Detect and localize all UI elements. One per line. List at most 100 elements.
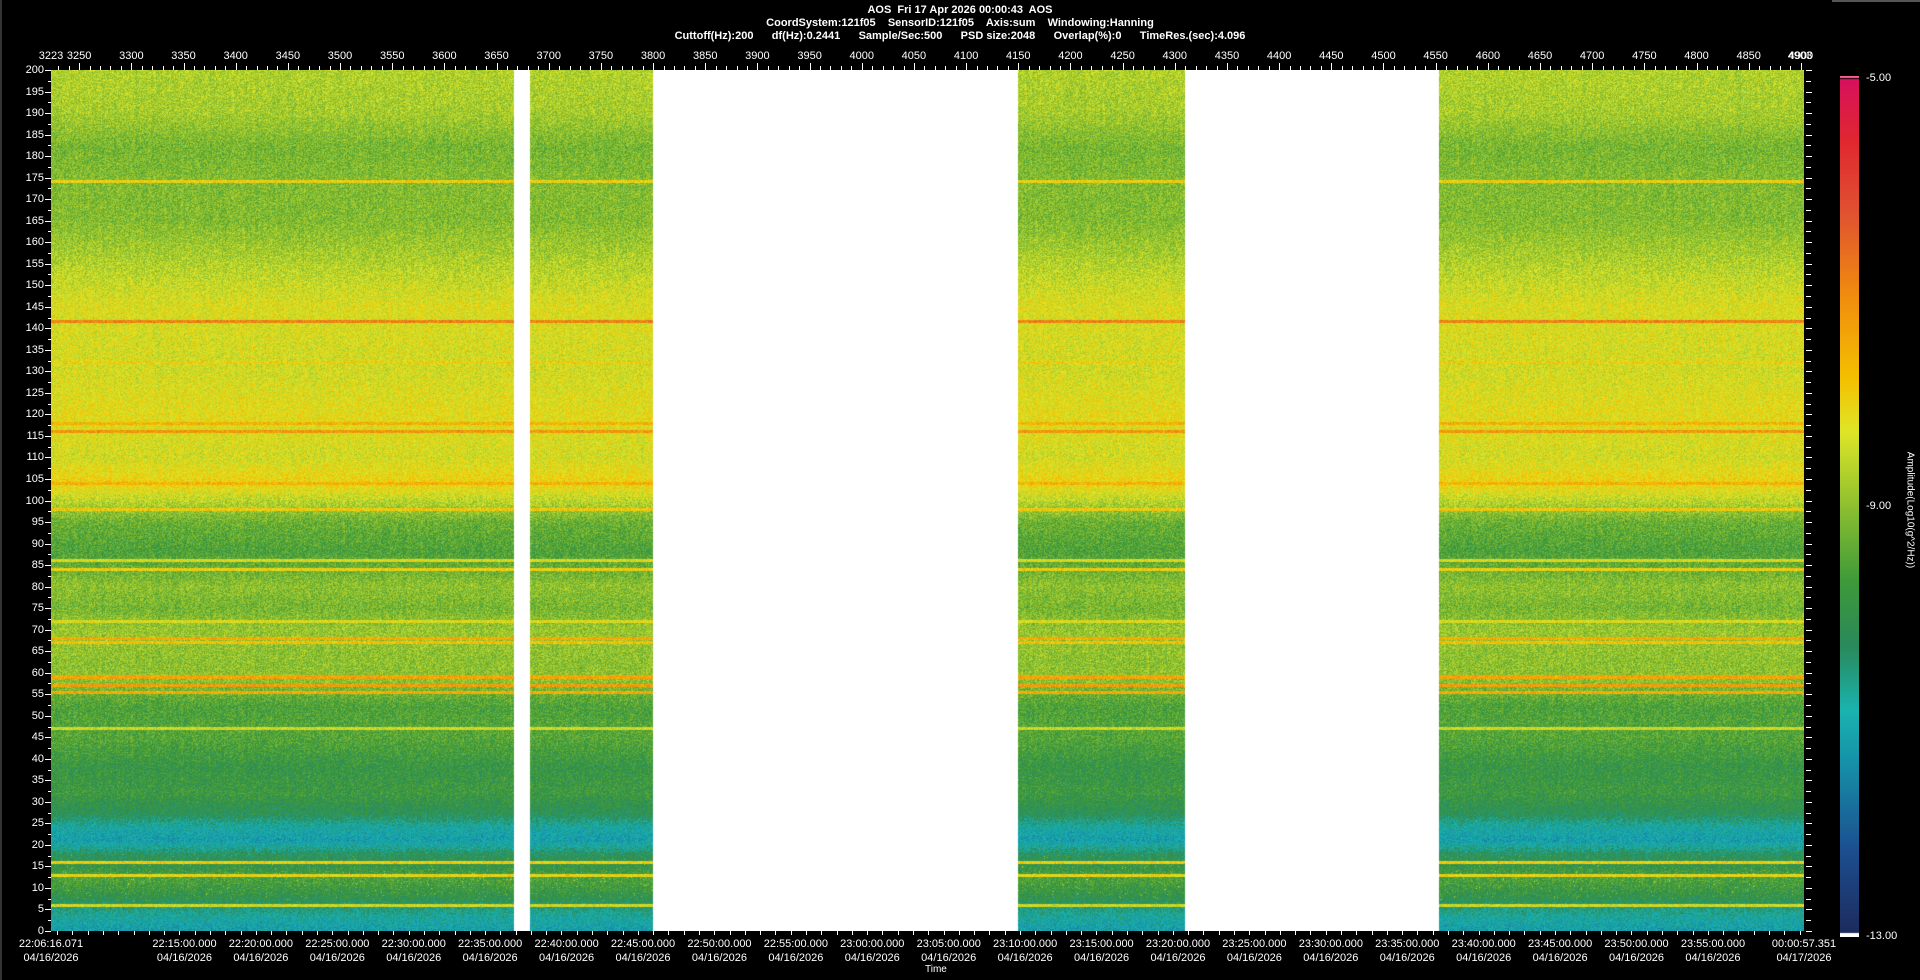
top-axis-tick: [1477, 66, 1479, 70]
top-axis-tick: [110, 66, 112, 70]
top-axis-tick: [141, 66, 143, 70]
y-axis-tick-right: [1806, 371, 1812, 373]
top-axis-label: 3250: [66, 50, 92, 62]
time-axis-tick: [1004, 931, 1006, 935]
top-axis-tick: [893, 66, 895, 70]
top-axis-tick: [371, 66, 373, 70]
y-axis-tick: [45, 522, 51, 524]
time-axis-tick: [913, 931, 915, 935]
time-axis-tick: [1707, 931, 1709, 935]
y-axis-tick: [45, 242, 51, 244]
date-label: 04/16/2026: [1226, 952, 1282, 964]
top-axis-tick: [1174, 63, 1176, 70]
spectrogram-plot[interactable]: [51, 70, 1804, 931]
y-axis-tick-right: [1806, 661, 1811, 663]
time-axis-tick: [592, 931, 594, 935]
y-axis-tick: [48, 489, 51, 491]
y-axis-tick: [48, 748, 51, 750]
time-label: 22:25:00.000: [305, 938, 370, 950]
top-axis-label: 4000: [849, 50, 874, 62]
y-axis-tick-right: [1806, 360, 1811, 362]
time-axis-tick: [882, 931, 884, 935]
y-axis-tick: [45, 414, 51, 416]
y-axis-tick-right: [1806, 457, 1812, 459]
top-axis-tick: [1675, 66, 1677, 70]
top-axis-tick: [1383, 63, 1385, 70]
y-axis-label: 15: [31, 860, 44, 873]
top-axis-tick: [1310, 66, 1312, 70]
y-axis-tick-right: [1806, 629, 1812, 631]
top-axis-tick: [1258, 66, 1260, 70]
y-axis-tick: [48, 209, 51, 211]
colorbar-title: Amplitude(Log10(g^2/Hz)): [1904, 451, 1916, 569]
time-axis-tick: [1524, 931, 1526, 935]
y-axis-label: 90: [31, 537, 44, 550]
top-axis-tick: [1759, 66, 1761, 70]
y-axis-tick: [48, 791, 51, 793]
time-axis-tick: [1600, 931, 1602, 935]
y-axis-label: 160: [25, 236, 44, 249]
top-axis-tick: [1018, 63, 1020, 70]
date-label: 04/16/2026: [462, 952, 518, 964]
top-axis-tick: [1508, 66, 1510, 70]
time-label: 23:00:00.000: [840, 938, 905, 950]
y-axis-tick-right: [1806, 113, 1812, 115]
y-axis-tick-right: [1806, 328, 1812, 330]
y-axis-label: 100: [25, 494, 44, 507]
time-axis-tick: [164, 931, 166, 935]
y-axis-tick: [45, 608, 51, 610]
y-axis-tick: [48, 80, 51, 82]
y-axis-tick-right: [1806, 468, 1811, 470]
top-axis-tick: [986, 66, 988, 70]
y-axis-tick-right: [1806, 274, 1811, 276]
time-axis-label: 23:25:00.000 04/16/2026: [1222, 937, 1286, 965]
top-axis-tick: [1112, 66, 1114, 70]
time-axis-tick: [1646, 931, 1648, 935]
y-axis-tick-right: [1806, 844, 1812, 846]
y-axis-tick-right: [1806, 812, 1811, 814]
y-axis-tick: [45, 306, 51, 308]
y-axis-tick-right: [1806, 769, 1811, 771]
time-axis-tick: [1631, 931, 1633, 935]
spectrogram-heatmap[interactable]: [51, 70, 1804, 931]
top-axis-tick: [1633, 66, 1635, 70]
date-label: 04/16/2026: [233, 952, 289, 964]
time-axis-tick: [1738, 931, 1740, 935]
y-axis-tick-right: [1806, 532, 1811, 534]
top-axis-tick: [402, 66, 404, 70]
y-axis-tick: [45, 651, 51, 653]
top-axis-tick: [225, 66, 227, 70]
y-axis-label: 140: [25, 322, 44, 335]
top-axis-tick: [79, 63, 81, 70]
top-axis-tick: [235, 63, 237, 70]
time-axis-tick: [836, 931, 838, 935]
y-axis-tick: [45, 349, 51, 351]
y-axis-tick: [48, 618, 51, 620]
y-axis-tick-right: [1806, 209, 1811, 211]
top-axis-tick: [1028, 66, 1030, 70]
time-axis-tick: [1493, 931, 1495, 935]
time-axis-tick: [1769, 931, 1770, 935]
date-label: 04/16/2026: [844, 952, 900, 964]
y-axis-tick: [48, 468, 51, 470]
top-axis-tick: [673, 66, 675, 70]
y-axis-label: 175: [25, 171, 44, 184]
top-axis-tick: [1560, 66, 1562, 70]
y-axis-tick: [48, 898, 51, 900]
top-axis-label: 4300: [1162, 50, 1188, 62]
y-axis-tick-right: [1806, 102, 1811, 104]
y-axis-label: 25: [31, 817, 44, 830]
y-axis-label: 20: [31, 838, 44, 851]
top-axis-tick: [340, 63, 342, 70]
time-label: 22:35:00.000: [458, 938, 523, 950]
y-axis-tick-right: [1806, 554, 1811, 556]
top-axis-tick: [632, 66, 634, 70]
time-axis-tick: [209, 931, 211, 935]
top-axis-tick: [381, 66, 383, 70]
date-label: 04/16/2026: [691, 952, 747, 964]
y-axis-tick: [45, 134, 51, 136]
top-axis-tick: [1195, 66, 1197, 70]
top-axis-tick: [1362, 66, 1364, 70]
y-axis-tick: [45, 156, 51, 158]
y-axis-tick-right: [1806, 199, 1812, 201]
